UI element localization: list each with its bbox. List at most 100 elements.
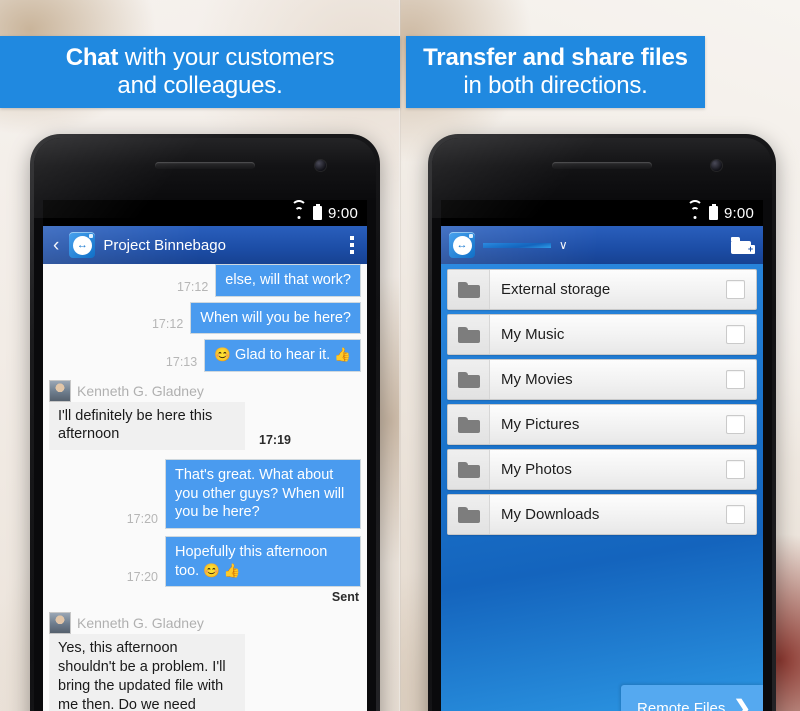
message-bubble: When will you be here? — [190, 301, 361, 335]
list-item[interactable]: My Downloads — [447, 494, 757, 535]
wifi-icon — [687, 200, 703, 219]
file-name: My Pictures — [501, 416, 580, 433]
left-phone-top-bezel — [34, 138, 376, 200]
front-camera-icon — [315, 160, 326, 171]
right-banner-line2: in both directions. — [463, 72, 648, 99]
file-name: My Music — [501, 326, 565, 343]
incoming-bubble-row: I'll definitely be here this afternoon 1… — [43, 401, 367, 451]
list-item[interactable]: My Pictures — [447, 404, 757, 445]
file-name: My Downloads — [501, 506, 600, 523]
sender-header: Kenneth G. Gladney — [43, 379, 367, 402]
chevron-down-icon[interactable]: ∨ — [559, 238, 568, 252]
folder-icon-cell — [448, 450, 490, 489]
double-arrow-icon: ↔ — [76, 238, 88, 251]
overflow-menu-icon[interactable] — [345, 236, 359, 254]
message-timestamp: 17:12 — [177, 279, 209, 294]
earpiece-speaker-icon — [155, 162, 255, 169]
list-item[interactable]: External storage — [447, 269, 757, 310]
message-timestamp: 17:20 — [126, 570, 158, 585]
thumbs-up-emoji-icon: 👍 — [334, 347, 351, 363]
folder-icon-cell — [448, 270, 490, 309]
wifi-icon — [291, 200, 307, 219]
chat-message-outgoing: 17:13 😊 Glad to hear it. 👍 — [43, 339, 367, 372]
folder-icon — [457, 281, 480, 298]
earpiece-speaker-icon — [552, 162, 652, 169]
status-clock: 9:00 — [328, 204, 358, 222]
file-name: My Movies — [501, 371, 573, 388]
page-title: Project Binnebago — [103, 236, 226, 254]
chat-message-outgoing: 17:20 Hopefully this afternoon too. 😊 👍 — [43, 535, 367, 588]
folder-icon-cell — [448, 360, 490, 399]
chat-message-outgoing: 17:12 else, will that work? — [43, 264, 367, 297]
right-phone-body: 9:00 ↔ My Files ∨ + — [432, 138, 772, 711]
left-phone-screen: 9:00 ‹ ↔ Project Binnebago 17:12 else, w — [43, 200, 367, 711]
left-banner-line2: and colleagues. — [117, 72, 283, 99]
right-phone-top-bezel — [432, 138, 772, 200]
left-phone-device: 9:00 ‹ ↔ Project Binnebago 17:12 else, w — [30, 134, 380, 711]
message-bubble: That's great. What about you other guys?… — [165, 459, 361, 529]
chat-message-incoming: Kenneth G. Gladney I'll definitely be he… — [43, 379, 367, 451]
sender-header: Kenneth G. Gladney — [43, 612, 367, 635]
chat-app-bar: ‹ ↔ Project Binnebago — [43, 226, 367, 264]
message-timestamp: 17:12 — [151, 317, 184, 332]
battery-icon — [313, 204, 322, 220]
folder-icon — [457, 371, 480, 388]
file-checkbox[interactable] — [726, 415, 745, 434]
message-timestamp: 17:19 — [259, 433, 291, 448]
file-checkbox[interactable] — [726, 460, 745, 479]
chat-message-outgoing: 17:20 That's great. What about you other… — [43, 459, 367, 529]
incoming-bubble-row: Yes, this afternoon shouldn't be a probl… — [43, 634, 367, 711]
avatar — [49, 612, 71, 635]
left-phone-body: 9:00 ‹ ↔ Project Binnebago 17:12 else, w — [34, 138, 376, 711]
right-phone-device: 9:00 ↔ My Files ∨ + — [428, 134, 776, 711]
message-text: Glad to hear it. — [235, 347, 331, 364]
sender-name: Kenneth G. Gladney — [77, 615, 204, 632]
teamviewer-logo-ring: ↔ — [72, 235, 92, 255]
message-text: Hopefully this afternoon too. — [175, 543, 328, 579]
front-camera-icon — [711, 160, 722, 171]
folder-icon — [457, 461, 480, 478]
chat-message-incoming: Kenneth G. Gladney Yes, this afternoon s… — [43, 612, 367, 711]
left-banner-rest: with your customers — [118, 44, 335, 72]
right-banner-text: Transfer and share files in both directi… — [423, 44, 688, 100]
chat-message-list[interactable]: 17:12 else, will that work? 17:12 When w… — [43, 264, 367, 711]
file-checkbox[interactable] — [726, 370, 745, 389]
file-checkbox[interactable] — [726, 280, 745, 299]
message-timestamp: 17:13 — [165, 354, 198, 369]
message-bubble: else, will that work? — [215, 264, 361, 297]
left-banner-bold: Chat — [65, 44, 119, 72]
folder-icon — [457, 416, 480, 433]
plus-badge: + — [746, 244, 755, 254]
sender-name: Kenneth G. Gladney — [77, 382, 204, 399]
double-arrow-icon: ↔ — [456, 238, 468, 251]
folder-icon-cell — [448, 405, 490, 444]
left-status-bar: 9:00 — [43, 200, 367, 226]
avatar — [49, 379, 71, 402]
list-item[interactable]: My Movies — [447, 359, 757, 400]
teamviewer-logo-icon[interactable]: ↔ — [69, 232, 96, 258]
file-checkbox[interactable] — [726, 325, 745, 344]
right-banner: Transfer and share files in both directi… — [406, 36, 705, 108]
folder-icon — [457, 506, 480, 523]
right-status-bar: 9:00 — [441, 200, 763, 226]
file-checkbox[interactable] — [726, 505, 745, 524]
back-icon[interactable]: ‹ — [51, 236, 61, 255]
remote-files-label: Remote Files — [637, 700, 726, 711]
folder-icon-cell — [448, 495, 490, 534]
emoji-icons: 😊 👍 — [203, 562, 241, 578]
list-item[interactable]: My Music — [447, 314, 757, 355]
folder-icon — [457, 326, 480, 343]
remote-files-button[interactable]: Remote Files ❯ — [621, 685, 763, 711]
new-folder-icon[interactable]: + — [731, 236, 755, 254]
teamviewer-logo-ring: ↔ — [452, 235, 472, 255]
right-phone-screen: 9:00 ↔ My Files ∨ + — [441, 200, 763, 711]
page-title: My Files — [483, 242, 551, 248]
chat-message-outgoing: 17:12 When will you be here? — [43, 301, 367, 335]
teamviewer-logo-icon[interactable]: ↔ — [449, 232, 475, 258]
message-bubble: 😊 Glad to hear it. 👍 — [204, 339, 361, 372]
list-item[interactable]: My Photos — [447, 449, 757, 490]
chevron-right-icon: ❯ — [733, 697, 751, 711]
message-status: Sent — [331, 590, 359, 605]
left-banner: Chat with your customers and colleagues. — [0, 36, 400, 108]
file-list[interactable]: External storage My Music My Movies My P… — [441, 264, 763, 711]
